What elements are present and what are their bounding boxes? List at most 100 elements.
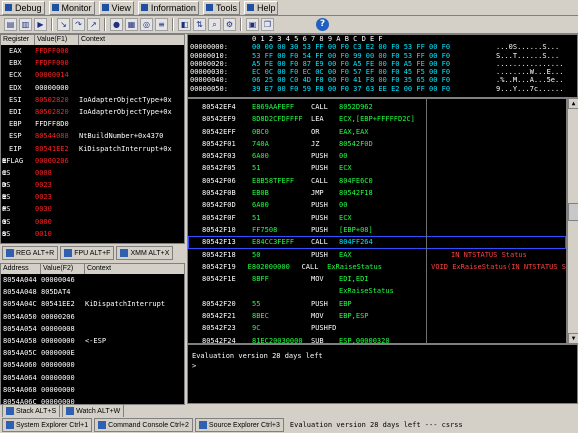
register-row[interactable]: EIP 80541EE2 KiDispatchInterrupt+0x (1, 143, 184, 155)
context-column-header[interactable]: Context (79, 35, 184, 45)
console-pane[interactable]: Evaluation version 28 days left > (187, 344, 578, 404)
register-row[interactable]: DS 0023 ⊞ (1, 179, 184, 191)
console-hscroll[interactable] (187, 404, 578, 416)
scroll-down-icon[interactable]: ▼ (568, 333, 578, 344)
run-icon[interactable]: ▶ (34, 18, 47, 31)
thread-icon[interactable]: ⇅ (193, 18, 206, 31)
disassembly-row[interactable]: 80542F03 6A00 PUSH 00 (188, 150, 566, 162)
window-icon[interactable]: ▣ (246, 18, 259, 31)
disassembly-row[interactable]: 80542F06 E8B58TFEFF CALL 804FE6C0 (188, 175, 566, 187)
stack-row[interactable]: 8054A048 805DAT4 (1, 286, 184, 298)
step-into-icon[interactable]: ↘ (57, 18, 70, 31)
address-column-header[interactable]: Address (1, 264, 41, 274)
tab-stack[interactable]: Stack ALT+S (2, 404, 61, 418)
disassembly-row[interactable]: 80542F13 E84CC3FEFF CALL 804FF264 (188, 236, 566, 249)
tab-watch[interactable]: Watch ALT+W (62, 404, 125, 418)
stack-row[interactable]: 8054A064 00000000 (1, 372, 184, 384)
search-icon[interactable]: ⌕ (208, 18, 221, 31)
menu-information[interactable]: Information (137, 0, 199, 15)
value-column-header[interactable]: Value(F1) (35, 35, 79, 45)
register-row[interactable]: ES 0023 ⊞ (1, 191, 184, 203)
disassembly-row[interactable]: 80542F20 55 PUSH EBP (188, 298, 566, 310)
expand-icon[interactable]: ⊞ (2, 228, 6, 240)
stack-row[interactable]: 8054A054 00000008 (1, 323, 184, 335)
stack-row[interactable]: 8054A04C 80541EE2 KiDispatchInterrupt (1, 298, 184, 310)
stack-value-column-header[interactable]: Value(F2) (41, 264, 85, 274)
step-over-icon[interactable]: ↷ (72, 18, 85, 31)
register-row[interactable]: SS 0010 ⊞ (1, 228, 184, 240)
register-row[interactable]: EBX FFDFF000 (1, 57, 184, 69)
disassembly-scrollbar[interactable]: ▲ ▼ (567, 98, 578, 344)
register-row[interactable]: ESI 80502820 IoAdapterObjectType+0x (1, 94, 184, 106)
tab-fpu[interactable]: FPU ALT+F (60, 246, 115, 260)
disassembly-row[interactable]: 80542F1E 8BFF MOV EDI,EDI (188, 273, 566, 285)
disassembly-row[interactable]: ExRaiseStatus (188, 285, 566, 297)
pane-splitter[interactable] (426, 98, 427, 344)
disassembly-row[interactable]: 80542F0F 51 PUSH ECX (188, 212, 566, 224)
expand-icon[interactable]: ⊞ (2, 179, 6, 191)
disassembly-row[interactable]: 80542F19 E802000000 CALL ExRaiseStatus VOID … (188, 261, 566, 273)
menu-help[interactable]: Help (243, 0, 279, 15)
expand-icon[interactable]: ⊞ (2, 191, 6, 203)
disassembly-row[interactable]: 80542F05 51 PUSH ECX (188, 162, 566, 174)
dump-row[interactable]: 00000010: 53 FF 00 F0 54 FF 00 F0 99 00 0… (188, 52, 577, 60)
settings-icon[interactable]: ⚙ (223, 18, 236, 31)
menu-tools[interactable]: Tools (202, 0, 240, 15)
stack-row[interactable]: 8054A050 00000206 (1, 311, 184, 323)
stack-row[interactable]: 8054A05C 0000000E (1, 347, 184, 359)
expand-icon[interactable]: ⊞ (2, 203, 6, 215)
register-row[interactable]: ESP 80544088 NtBuildNumber+0x4370 (1, 130, 184, 142)
tab-command-console[interactable]: Command Console Ctrl+2 (94, 418, 193, 432)
register-row[interactable]: EDX 00000000 (1, 82, 184, 94)
save-icon[interactable]: ▥ (19, 18, 32, 31)
stack-context-column-header[interactable]: Context (85, 264, 184, 274)
register-column-header[interactable]: Register (1, 35, 35, 45)
stack-row[interactable]: 8054A068 00000000 (1, 384, 184, 396)
register-row[interactable]: EDI 80502820 IoAdapterObjectType+0x (1, 106, 184, 118)
memory-icon[interactable]: ▦ (125, 18, 138, 31)
stack-row[interactable]: 8054A060 00000000 (1, 359, 184, 371)
step-out-icon[interactable]: ↗ (87, 18, 100, 31)
menu-debug[interactable]: Debug (2, 0, 45, 15)
console-prompt[interactable]: > (192, 361, 573, 371)
expand-icon[interactable]: ⊞ (2, 155, 6, 167)
expand-icon[interactable]: ⊞ (2, 216, 6, 228)
scroll-up-icon[interactable]: ▲ (568, 98, 578, 109)
disassembly-row[interactable]: 80542F23 9C PUSHFD (188, 322, 566, 334)
breakpoint-icon[interactable]: ● (110, 18, 123, 31)
dump-row[interactable]: 00000000: 00 00 00 30 53 FF 00 F0 C3 E2 0… (188, 43, 577, 51)
stack-row[interactable]: 8054A044 00000046 (1, 274, 184, 286)
register-row[interactable]: EBP FFDFF8D0 (1, 118, 184, 130)
register-row[interactable]: CS 0008 ⊞ (1, 167, 184, 179)
tab-reg[interactable]: REG ALT+R (2, 246, 59, 260)
disassembly-row[interactable]: 80542F18 50 PUSH EAX IN NTSTATUS Status (188, 249, 566, 261)
cascade-icon[interactable]: ❐ (261, 18, 274, 31)
tab-xmm[interactable]: XMM ALT+X (116, 246, 174, 260)
disassembly-row[interactable]: 80542F0D 6A00 PUSH 00 (188, 199, 566, 211)
open-icon[interactable]: ▤ (4, 18, 17, 31)
module-icon[interactable]: ◧ (178, 18, 191, 31)
disassembly-row[interactable]: 80542EFF 0BC0 OR EAX,EAX (188, 126, 566, 138)
scroll-thumb[interactable] (568, 203, 578, 221)
expand-icon[interactable]: ⊞ (2, 167, 6, 179)
disassembly-row[interactable]: 80542EF9 8D8D2CFDFFFF LEA ECX,[EBP+FFFFFD2C… (188, 113, 566, 125)
dump-row[interactable]: 00000030: EC 0C 00 F0 EC 0C 00 F0 57 EF 0… (188, 68, 577, 76)
disassembly-row[interactable]: 80542EF4 E869AAFEFF CALL 8052D962 (188, 101, 566, 113)
watch-icon[interactable]: ◎ (140, 18, 153, 31)
dump-row[interactable]: 00000040: 06 25 00 C0 4D F8 00 F0 41 F8 0… (188, 76, 577, 84)
disassembly-row[interactable]: 80542F01 740A JZ 80542F0D (188, 138, 566, 150)
register-row[interactable]: EFLAG 00000206 ⊞ (1, 155, 184, 167)
register-row[interactable]: EAX FFDFF000 (1, 45, 184, 57)
tab-source-explorer[interactable]: Source Explorer Ctrl+3 (194, 418, 284, 432)
register-row[interactable]: ECX 00000014 (1, 69, 184, 81)
help-icon[interactable]: ? (316, 18, 329, 31)
disassembly-row[interactable]: 80542F21 8BEC MOV EBP,ESP (188, 310, 566, 322)
menu-monitor[interactable]: Monitor (48, 0, 95, 15)
register-row[interactable]: FS 0030 ⊞ (1, 203, 184, 215)
tab-system-explorer[interactable]: System Explorer Ctrl+1 (2, 418, 93, 432)
dump-row[interactable]: 00000020: A5 FE 00 F0 87 E9 00 F0 A5 FE 0… (188, 60, 577, 68)
stack-row[interactable]: 8054A058 00000000 <-ESP (1, 335, 184, 347)
dump-row[interactable]: 00000050: 39 E7 00 F0 59 F8 00 F0 37 63 E… (188, 85, 577, 93)
menu-view[interactable]: View (98, 0, 134, 15)
stack-icon[interactable]: ≡ (155, 18, 168, 31)
